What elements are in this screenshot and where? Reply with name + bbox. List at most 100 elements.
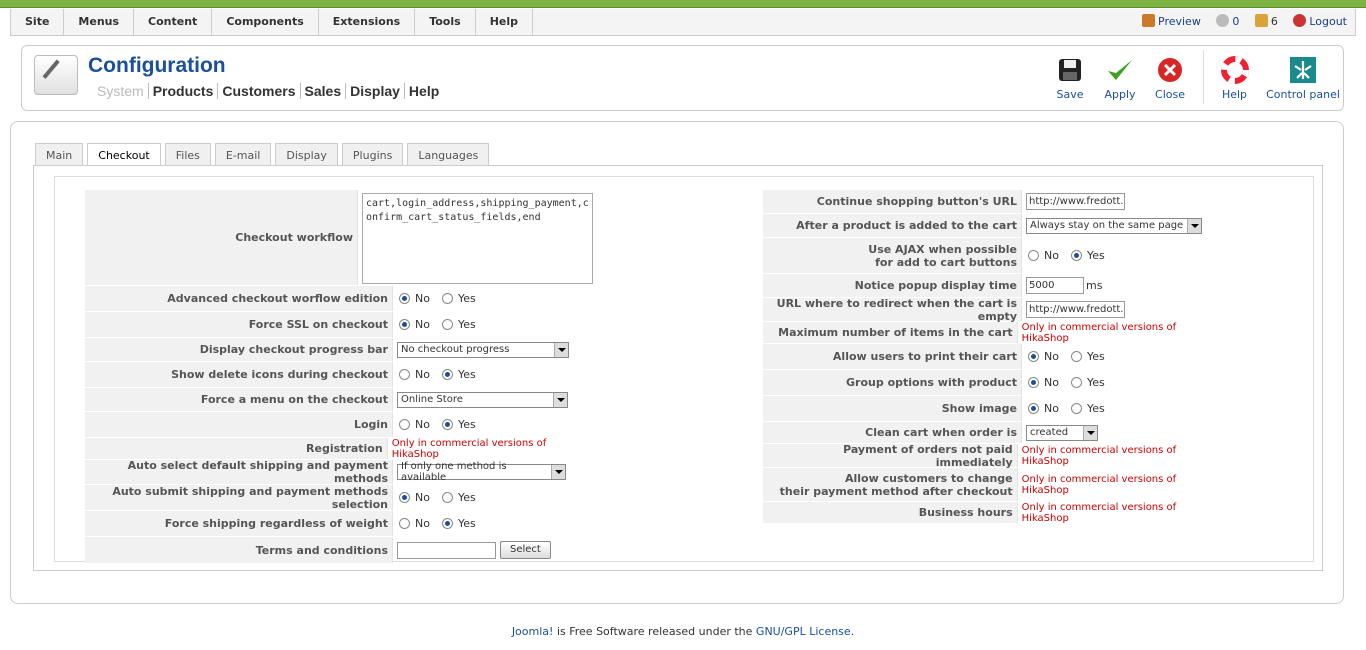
ajax-no-radio[interactable] — [1028, 250, 1039, 261]
login-no-radio[interactable] — [399, 419, 410, 430]
apply-button[interactable]: Apply — [1095, 50, 1145, 104]
group-no-radio[interactable] — [1028, 377, 1039, 388]
hikashop-logo-icon — [1290, 57, 1316, 83]
row-progress-bar: Display checkout progress bar No checkou… — [85, 338, 593, 362]
users-icon — [1254, 14, 1268, 27]
toolbar-buttons: Save Apply Close Help Control panel — [1045, 50, 1341, 106]
menu-help[interactable]: Help — [476, 9, 533, 35]
row-advanced-workflow: Advanced checkout worflow edition No Yes — [85, 286, 593, 312]
row-business-hours: Business hours Only in commercial versio… — [763, 502, 1223, 524]
print-no-radio[interactable] — [1028, 351, 1039, 362]
row-print-cart: Allow users to print their cart No Yes — [763, 344, 1223, 370]
menu-content[interactable]: Content — [134, 9, 213, 35]
terms-input[interactable] — [397, 541, 496, 559]
popup-time-input[interactable]: 5000 — [1026, 277, 1084, 294]
menu-tools[interactable]: Tools — [415, 9, 476, 35]
advanced-no-radio[interactable] — [399, 293, 410, 304]
subnav-sales[interactable]: Sales — [300, 83, 347, 99]
delete-icons-no-radio[interactable] — [399, 369, 410, 380]
redirect-url-input[interactable]: http://www.fredott.cc — [1026, 301, 1125, 318]
close-button[interactable]: Close — [1145, 50, 1195, 104]
help-button[interactable]: Help — [1203, 50, 1265, 104]
logout-link[interactable]: Logout — [1293, 14, 1347, 28]
row-login: Login No Yes — [85, 412, 593, 438]
row-redirect-url: URL where to redirect when the cart is e… — [763, 297, 1223, 323]
tab-plugins[interactable]: Plugins — [341, 143, 404, 167]
subnav-system[interactable]: System — [93, 83, 149, 99]
ajax-yes-radio[interactable] — [1070, 250, 1082, 261]
control-panel-button[interactable]: Control panel — [1265, 50, 1341, 104]
row-delete-icons: Show delete icons during checkout No Yes — [85, 362, 593, 388]
tab-files[interactable]: Files — [164, 143, 211, 167]
tab-email[interactable]: E-mail — [214, 143, 272, 167]
row-auto-select: Auto select default shipping and payment… — [85, 459, 593, 485]
messages-link[interactable]: 0 — [1216, 14, 1239, 28]
floppy-icon — [1059, 59, 1081, 81]
lifebuoy-icon — [1220, 56, 1249, 84]
close-icon — [1158, 58, 1182, 82]
joomla-link[interactable]: Joomla! — [512, 625, 554, 638]
menu-extensions[interactable]: Extensions — [319, 9, 416, 35]
tab-display[interactable]: Display — [275, 143, 338, 167]
row-force-shipping: Force shipping regardless of weight No Ye… — [85, 511, 593, 537]
preview-icon — [1142, 14, 1155, 27]
row-popup-time: Notice popup display time 5000 ms — [763, 274, 1223, 298]
checkout-workflow-textarea[interactable]: cart,login_address,shipping_payment,conf… — [362, 193, 593, 284]
row-payment-not-paid: Payment of orders not paid immediately O… — [763, 443, 1223, 469]
subnav-help[interactable]: Help — [405, 83, 443, 99]
progress-bar-select[interactable]: No checkout progress — [397, 341, 569, 358]
menu-site[interactable]: Site — [11, 9, 65, 35]
row-force-menu: Force a menu on the checkout Online Stor… — [85, 388, 593, 412]
force-menu-select[interactable]: Online Store — [397, 391, 568, 408]
header-toolbox: Configuration System Products Customers Sal… — [21, 45, 1344, 111]
terms-select-button[interactable]: Select — [500, 541, 551, 559]
tab-main[interactable]: Main — [35, 143, 84, 167]
print-yes-radio[interactable] — [1070, 351, 1082, 362]
after-added-select[interactable]: Always stay on the same page — [1026, 217, 1202, 234]
force-shipping-no-radio[interactable] — [399, 518, 410, 529]
license-link[interactable]: GNU/GPL License — [756, 625, 851, 638]
row-terms: Terms and conditions Select — [85, 537, 593, 564]
continue-url-input[interactable]: http://www.fredott.cc — [1026, 193, 1125, 210]
auto-select-select[interactable]: If only one method is available — [397, 461, 566, 483]
users-online: 6 — [1254, 14, 1278, 28]
row-force-ssl: Force SSL on checkout No Yes — [85, 312, 593, 338]
subnav-display[interactable]: Display — [346, 83, 405, 99]
row-continue-url: Continue shopping button's URL http://ww… — [763, 190, 1223, 214]
tab-languages[interactable]: Languages — [407, 143, 490, 167]
checkout-settings: Checkout workflow cart,login_address,shi… — [54, 176, 1314, 564]
sub-navigation: System Products Customers Sales Display Help — [93, 83, 443, 99]
force-shipping-yes-radio[interactable] — [441, 518, 453, 529]
menu-menus[interactable]: Menus — [64, 9, 135, 35]
save-button[interactable]: Save — [1045, 50, 1095, 104]
row-registration: Registration Only in commercial versions… — [85, 438, 593, 460]
row-clean-cart: Clean cart when order is created — [763, 422, 1223, 444]
chevron-down-icon — [554, 342, 568, 357]
auto-submit-yes-radio[interactable] — [441, 492, 453, 503]
configuration-icon — [34, 55, 78, 95]
delete-icons-yes-radio[interactable] — [441, 369, 453, 380]
menubar-status: Preview 0 6 Logout — [1130, 9, 1347, 35]
login-yes-radio[interactable] — [441, 419, 453, 430]
right-settings-table: Continue shopping button's URL http://ww… — [763, 190, 1223, 524]
row-max-items: Maximum number of items in the cart Only… — [763, 322, 1223, 344]
force-ssl-yes-radio[interactable] — [441, 319, 453, 330]
row-after-added: After a product is added to the cart Alw… — [763, 214, 1223, 238]
configuration-panel: Main Checkout Files E-mail Display Plugi… — [10, 121, 1344, 604]
subnav-customers[interactable]: Customers — [218, 83, 301, 99]
preview-link[interactable]: Preview — [1142, 14, 1201, 28]
show-image-yes-radio[interactable] — [1070, 403, 1082, 414]
advanced-yes-radio[interactable] — [441, 293, 453, 304]
group-yes-radio[interactable] — [1070, 377, 1082, 388]
clean-cart-select[interactable]: created — [1026, 424, 1098, 441]
subnav-products[interactable]: Products — [148, 83, 219, 99]
chevron-down-icon — [1187, 218, 1201, 233]
chevron-down-icon — [553, 392, 567, 407]
auto-submit-no-radio[interactable] — [399, 492, 410, 503]
force-ssl-no-radio[interactable] — [399, 319, 410, 330]
row-ajax: Use AJAX when possible for add to cart bu… — [763, 238, 1223, 274]
row-group-options: Group options with product No Yes — [763, 370, 1223, 396]
checkmark-icon — [1108, 60, 1132, 80]
show-image-no-radio[interactable] — [1028, 403, 1039, 414]
menu-components[interactable]: Components — [212, 9, 319, 35]
